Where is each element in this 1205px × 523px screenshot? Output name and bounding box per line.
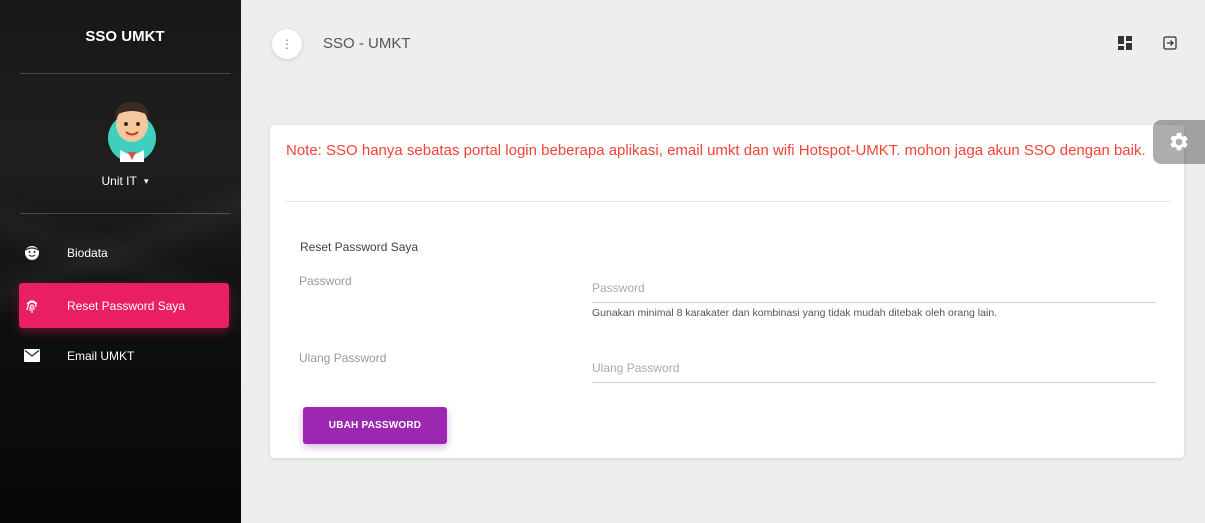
caret-down-icon: ▾ [143,176,149,187]
settings-plugin-button[interactable] [1153,120,1205,164]
fingerprint-icon [23,297,41,315]
brand-text: SSO UMKT [85,28,165,45]
password-label: Password [299,274,352,288]
dashboard-icon [1118,36,1132,50]
password-input[interactable] [592,273,1156,303]
change-password-button[interactable]: UBAH PASSWORD [303,407,447,444]
sidebar-item-label: Email UMKT [67,348,135,363]
sidebar-item-biodata[interactable]: Biodata [19,230,229,275]
logout-icon [1163,36,1177,50]
repeat-password-input[interactable] [592,353,1156,383]
face-icon [23,244,41,262]
section-title: Reset Password Saya [300,240,419,254]
reset-password-card: Note: SSO hanya sebatas portal login beb… [270,125,1184,458]
brand-logo[interactable]: SSO UMKT [20,0,230,74]
notice-text: Note: SSO hanya sebatas portal login beb… [286,142,1146,159]
avatar [100,94,164,166]
top-navbar: ⋮ SSO - UMKT [241,0,1205,80]
sidebar: SSO UMKT Unit IT ▾ Biodata Reset Passwor… [0,0,241,523]
repeat-password-label: Ulang Password [299,351,387,365]
page-title[interactable]: SSO - UMKT [323,35,411,52]
sidebar-item-email[interactable]: Email UMKT [19,333,229,378]
sidebar-item-reset-password[interactable]: Reset Password Saya [19,283,229,328]
gear-icon [1170,132,1188,151]
user-name: Unit IT [101,174,137,188]
sidebar-item-label: Reset Password Saya [67,298,186,313]
sidebar-toggle-button[interactable]: ⋮ [272,29,302,59]
user-menu-toggle[interactable]: Unit IT ▾ [20,174,230,188]
divider [286,201,1170,202]
mail-icon [23,347,41,365]
dashboard-button[interactable] [1117,35,1133,51]
more-vert-icon: ⋮ [281,37,293,51]
sidebar-item-label: Biodata [67,245,108,260]
logout-button[interactable] [1162,35,1178,51]
user-panel: Unit IT ▾ [20,74,230,214]
password-help-text: Gunakan minimal 8 karakater dan kombinas… [592,307,998,319]
